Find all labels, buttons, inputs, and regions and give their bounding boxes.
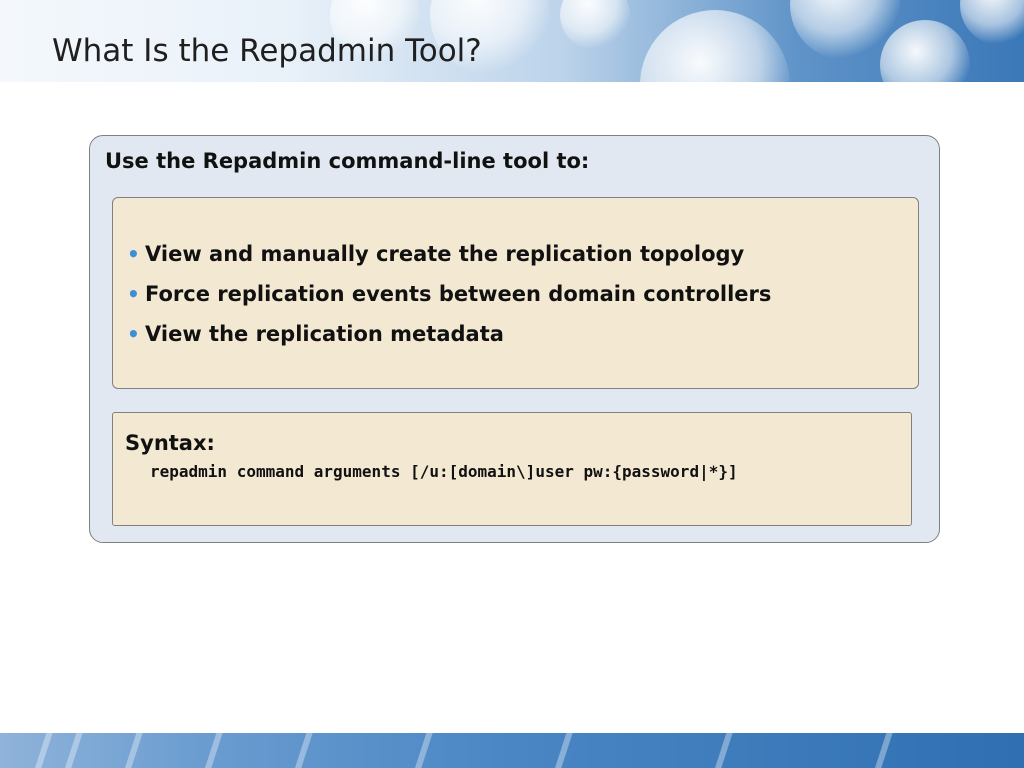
decorative-bubble <box>640 10 790 82</box>
syntax-label: Syntax: <box>125 431 215 455</box>
bullet-text: View and manually create the replication… <box>145 242 745 266</box>
decorative-streak <box>200 733 226 768</box>
list-item: • View the replication metadata <box>127 314 771 354</box>
decorative-streak <box>410 733 436 768</box>
decorative-streak <box>30 733 56 768</box>
content-panel: Use the Repadmin command-line tool to: •… <box>89 135 940 543</box>
decorative-streak <box>60 733 86 768</box>
list-item: • View and manually create the replicatio… <box>127 234 771 274</box>
decorative-bubble <box>560 0 630 50</box>
bullet-icon: • <box>127 242 140 266</box>
decorative-streak <box>550 733 576 768</box>
decorative-bubble <box>960 0 1024 45</box>
bullet-icon: • <box>127 322 140 346</box>
bullet-icon: • <box>127 282 140 306</box>
header-banner: What Is the Repadmin Tool? <box>0 0 1024 82</box>
slide-title: What Is the Repadmin Tool? <box>52 33 482 69</box>
decorative-streak <box>870 733 896 768</box>
decorative-streak <box>290 733 316 768</box>
syntax-box: Syntax: repadmin command arguments [/u:[… <box>112 412 912 526</box>
syntax-code: repadmin command arguments [/u:[domain\]… <box>150 462 738 481</box>
bullet-text: View the replication metadata <box>145 322 504 346</box>
list-item: • Force replication events between domain… <box>127 274 771 314</box>
lead-text: Use the Repadmin command-line tool to: <box>105 149 590 173</box>
footer-banner <box>0 733 1024 768</box>
bullet-list-box: • View and manually create the replicatio… <box>112 197 919 389</box>
bullet-text: Force replication events between domain … <box>145 282 772 306</box>
decorative-streak <box>710 733 736 768</box>
decorative-streak <box>120 733 146 768</box>
bullet-list: • View and manually create the replicatio… <box>127 234 771 354</box>
